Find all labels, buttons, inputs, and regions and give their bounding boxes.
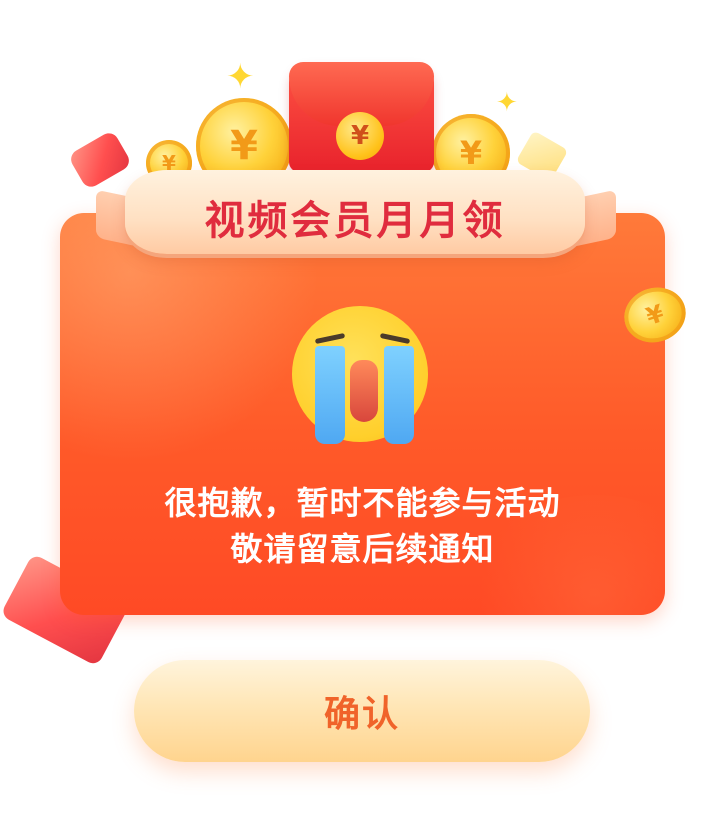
envelope-coin-icon: ¥ — [336, 112, 384, 160]
tear-right-icon — [384, 346, 414, 444]
sparkle-icon: ✦ — [226, 57, 255, 97]
confirm-button-label: 确认 — [323, 694, 400, 735]
tear-left-icon — [315, 346, 345, 444]
flying-red-envelope-icon — [67, 129, 133, 191]
message-line-2: 敬请留意后续通知 — [230, 530, 495, 568]
confirm-button[interactable]: 确认 — [134, 660, 590, 762]
crying-mouth — [350, 360, 378, 422]
dialog-title: 视频会员月月领 — [204, 198, 506, 244]
message-line-1: 很抱歉，暂时不能参与活动 — [164, 484, 561, 522]
sparkle-icon: ✦ — [496, 88, 518, 118]
